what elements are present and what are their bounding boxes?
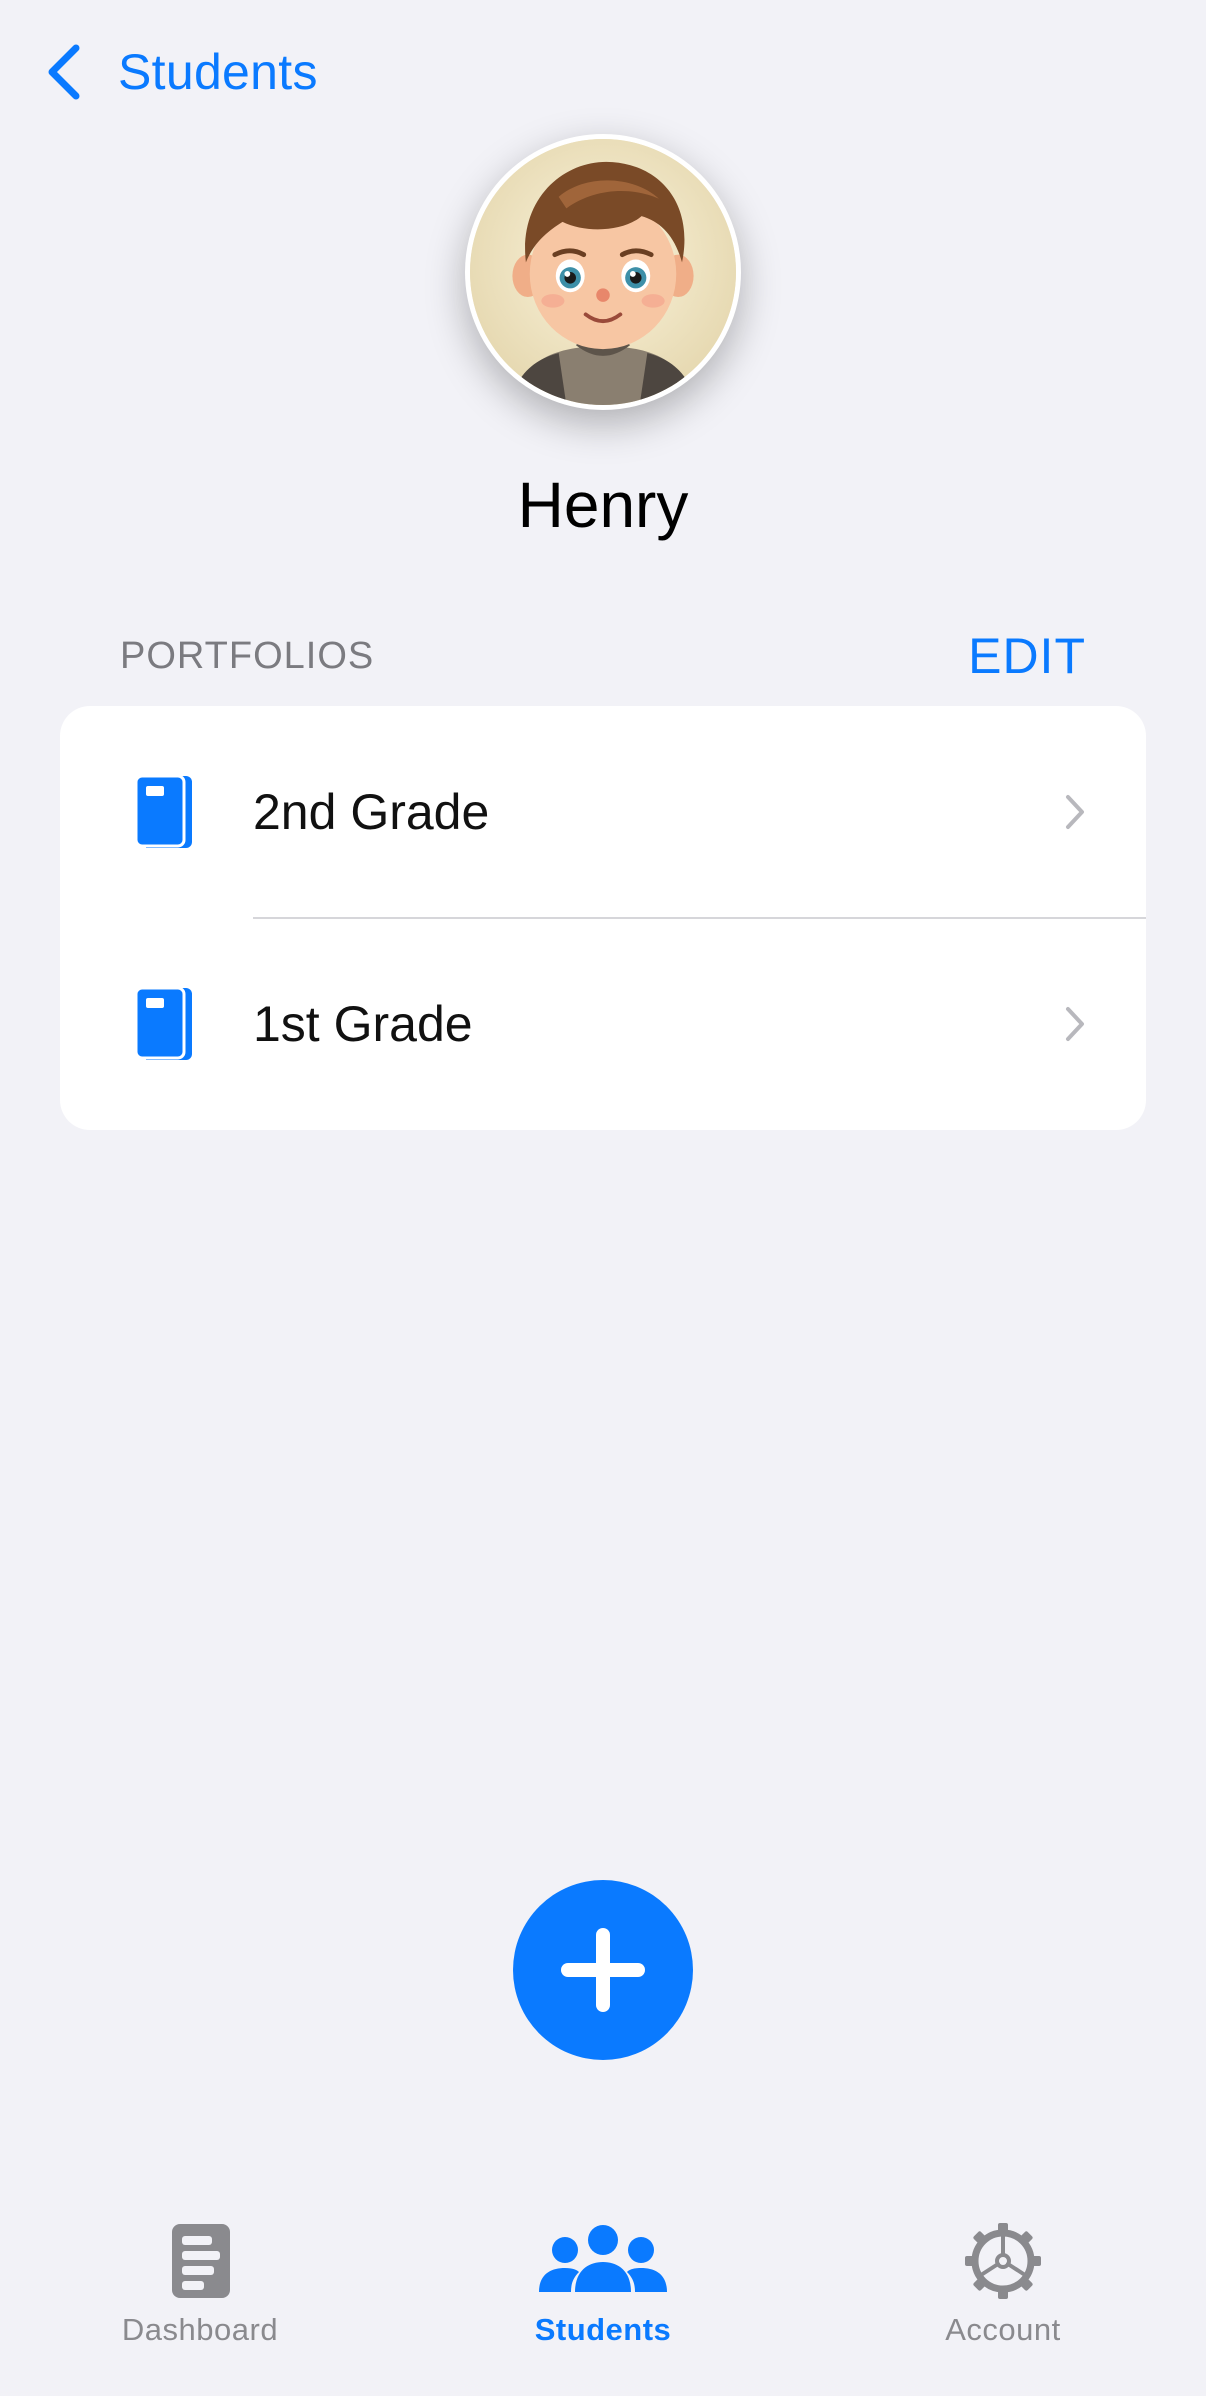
portfolio-row-2nd-grade[interactable]: 2nd Grade bbox=[60, 706, 1146, 919]
portfolios-header: PORTFOLIOS EDIT bbox=[120, 628, 1086, 684]
student-name: Henry bbox=[517, 469, 689, 541]
tab-students[interactable]: Students bbox=[473, 2222, 733, 2372]
portfolio-row-1st-grade[interactable]: 1st Grade bbox=[60, 918, 1146, 1130]
chevron-right-icon bbox=[1066, 1007, 1084, 1041]
dashboard-icon bbox=[172, 2224, 230, 2298]
chevron-right-icon bbox=[1066, 795, 1084, 829]
plus-icon bbox=[561, 1928, 645, 2012]
tab-label: Students bbox=[534, 2312, 672, 2347]
student-avatar bbox=[465, 134, 741, 410]
chevron-left-icon bbox=[48, 44, 80, 100]
tab-dashboard[interactable]: Dashboard bbox=[70, 2222, 330, 2372]
portfolio-label: 1st Grade bbox=[253, 996, 473, 1052]
portfolio-label: 2nd Grade bbox=[253, 784, 490, 840]
tab-bar: Dashboard Students Account bbox=[0, 2196, 1206, 2396]
tab-account[interactable]: Account bbox=[873, 2222, 1133, 2372]
book-icon bbox=[134, 774, 192, 848]
back-button[interactable]: Students bbox=[44, 36, 318, 108]
add-portfolio-button[interactable] bbox=[513, 1880, 693, 2060]
portfolio-list: 2nd Grade 1st Grade bbox=[60, 706, 1146, 1130]
portfolios-title: PORTFOLIOS bbox=[120, 634, 375, 677]
edit-button[interactable]: EDIT bbox=[968, 627, 1086, 685]
people-icon bbox=[539, 2225, 667, 2292]
tab-label: Account bbox=[945, 2312, 1061, 2347]
book-icon bbox=[134, 986, 192, 1060]
gear-icon bbox=[965, 2223, 1041, 2299]
back-label: Students bbox=[118, 44, 318, 100]
tab-label: Dashboard bbox=[121, 2312, 279, 2347]
